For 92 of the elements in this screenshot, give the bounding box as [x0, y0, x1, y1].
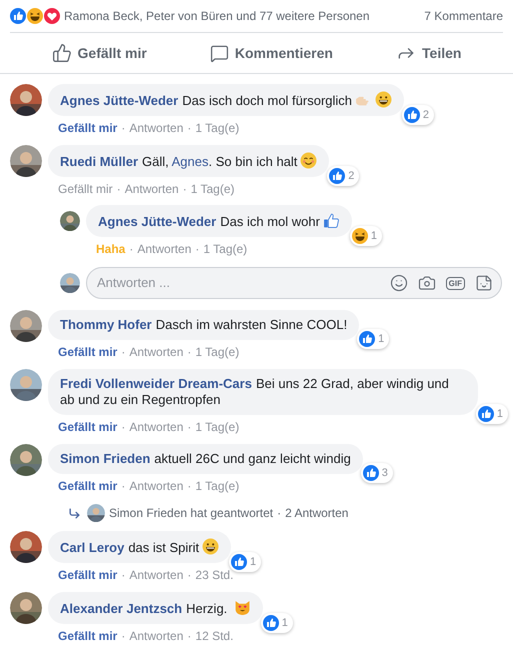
- reply-link[interactable]: Antworten: [129, 567, 184, 583]
- like-action-button[interactable]: Gefällt mir: [44, 38, 155, 68]
- sticker-icon[interactable]: [475, 274, 493, 292]
- speech-bubble-icon: [210, 44, 229, 62]
- comment-text: Simon Frieden aktuell 26C und ganz leicht windig: [60, 451, 351, 467]
- comment-text: Thommy Hofer Dasch im wahrsten Sinne COOL!: [60, 317, 348, 333]
- comment-text: Alexander Jentzsch Herzig.: [60, 599, 251, 617]
- timestamp: 1 Tag(e): [195, 344, 240, 360]
- reaction-count-badge[interactable]: 1: [476, 404, 508, 424]
- reply-count-link[interactable]: 2 Antworten: [285, 504, 348, 522]
- like-link[interactable]: Gefällt mir: [58, 120, 118, 136]
- separator-dot: ·: [187, 120, 192, 136]
- reaction-count-badge[interactable]: 2: [402, 104, 434, 125]
- reaction-count: 1: [378, 332, 384, 346]
- separator-dot: ·: [187, 478, 192, 494]
- author-link[interactable]: Fredi Vollenweider Dream-Cars: [60, 376, 252, 391]
- comment-count-link[interactable]: 7 Kommentare: [424, 7, 503, 25]
- reply-link[interactable]: Antworten: [137, 241, 192, 257]
- author-link[interactable]: Carl Leroy: [60, 540, 124, 555]
- separator-dot: ·: [277, 505, 282, 522]
- timestamp: 1 Tag(e): [190, 181, 235, 197]
- reaction-count: 2: [348, 168, 354, 184]
- author-link[interactable]: Agnes Jütte-Weder: [60, 93, 178, 108]
- reactors-link[interactable]: Ramona Beck, Peter von Büren und 77 weitere Personen: [64, 7, 370, 25]
- timestamp: 1 Tag(e): [203, 241, 248, 257]
- reaction-count: 3: [382, 466, 388, 480]
- reply-arrow-icon: [68, 506, 81, 520]
- separator-dot: ·: [182, 181, 187, 197]
- timestamp: 1 Tag(e): [195, 478, 240, 494]
- separator-dot: ·: [116, 181, 121, 197]
- comment-action-button[interactable]: Kommentieren: [202, 38, 341, 68]
- camera-icon[interactable]: [418, 274, 436, 292]
- separator-dot: ·: [187, 344, 192, 360]
- like-link[interactable]: Gefällt mir: [58, 628, 118, 644]
- like-link[interactable]: Gefällt mir: [58, 567, 118, 583]
- timestamp: 1 Tag(e): [195, 120, 240, 136]
- like-link[interactable]: Gefällt mir: [58, 419, 118, 435]
- separator-dot: ·: [121, 344, 126, 360]
- comment-text: Carl Leroy das ist Spirit: [60, 538, 220, 556]
- author-link[interactable]: Thommy Hofer: [60, 317, 152, 332]
- reaction-count-badge[interactable]: 1: [260, 612, 293, 633]
- reaction-count: 2: [422, 108, 430, 122]
- reaction-count: 1: [370, 228, 377, 244]
- mention-link[interactable]: Agnes: [172, 154, 209, 169]
- smiling-emoji-icon: [300, 152, 318, 169]
- timestamp: 12 Std.: [195, 628, 234, 644]
- like-link[interactable]: Gefällt mir: [58, 181, 113, 197]
- separator-dot: ·: [187, 567, 192, 583]
- share-action-button[interactable]: Teilen: [388, 38, 470, 68]
- separator-dot: ·: [121, 628, 126, 644]
- reply-link[interactable]: Antworten: [129, 478, 184, 494]
- cat-emoji-icon: [234, 599, 251, 616]
- gif-button[interactable]: GIF: [446, 276, 465, 290]
- separator-dot: ·: [121, 567, 126, 583]
- grinning-emoji-icon: [375, 91, 392, 108]
- reply-link[interactable]: Antworten: [129, 419, 184, 435]
- reaction-count: 1: [496, 406, 503, 422]
- reaction-count-badge[interactable]: 1: [357, 328, 390, 349]
- comment-text: Agnes Jütte-Weder Das ich mol wohr: [98, 212, 340, 230]
- reply-link[interactable]: Antworten: [124, 181, 179, 197]
- like-link[interactable]: Gefällt mir: [58, 478, 118, 494]
- separator-dot: ·: [187, 419, 192, 435]
- reply-link[interactable]: Antworten: [129, 344, 184, 360]
- reaction-count: 1: [250, 554, 256, 570]
- separator-dot: ·: [195, 241, 200, 257]
- grinning-emoji-icon: [202, 538, 220, 555]
- emoji-icon[interactable]: [390, 274, 408, 292]
- reply-link[interactable]: Antworten: [129, 120, 184, 136]
- replies-link[interactable]: Simon Frieden hat geantwortet: [109, 504, 274, 522]
- comment-text: Agnes Jütte-Weder Das isch doch mol fürsorglich: [60, 91, 392, 109]
- reaction-count-badge[interactable]: 1: [350, 226, 382, 246]
- separator-dot: ·: [121, 419, 126, 435]
- author-link[interactable]: Ruedi Müller: [60, 154, 138, 169]
- like-link[interactable]: Gefällt mir: [58, 344, 118, 360]
- reaction-count-badge[interactable]: 1: [229, 552, 262, 572]
- separator-dot: ·: [121, 478, 126, 494]
- reply-link[interactable]: Antworten: [129, 628, 184, 644]
- thumbs-up-icon: [52, 43, 72, 63]
- timestamp: 1 Tag(e): [195, 419, 240, 435]
- separator-dot: ·: [129, 241, 134, 257]
- author-link[interactable]: Simon Frieden: [60, 451, 150, 466]
- thumbs-up-emoji-icon: [322, 212, 340, 229]
- author-link[interactable]: Agnes Jütte-Weder: [98, 214, 216, 229]
- comment-text: Ruedi Müller Gäll, Agnes. So bin ich halt: [60, 152, 318, 170]
- reaction-count-badge[interactable]: 3: [360, 462, 393, 483]
- separator-dot: ·: [121, 120, 126, 136]
- reaction-count-badge[interactable]: 2: [327, 166, 360, 186]
- reaction-count: 1: [282, 616, 288, 630]
- comment-text: Fredi Vollenweider Dream-Cars Bei uns 22 Grad, aber windig und ab und zu ein Regentropfen: [60, 376, 450, 408]
- author-link[interactable]: Alexander Jentzsch: [60, 601, 182, 616]
- reply-input-field[interactable]: Antworten ... GIF: [86, 267, 502, 299]
- separator-dot: ·: [187, 628, 192, 644]
